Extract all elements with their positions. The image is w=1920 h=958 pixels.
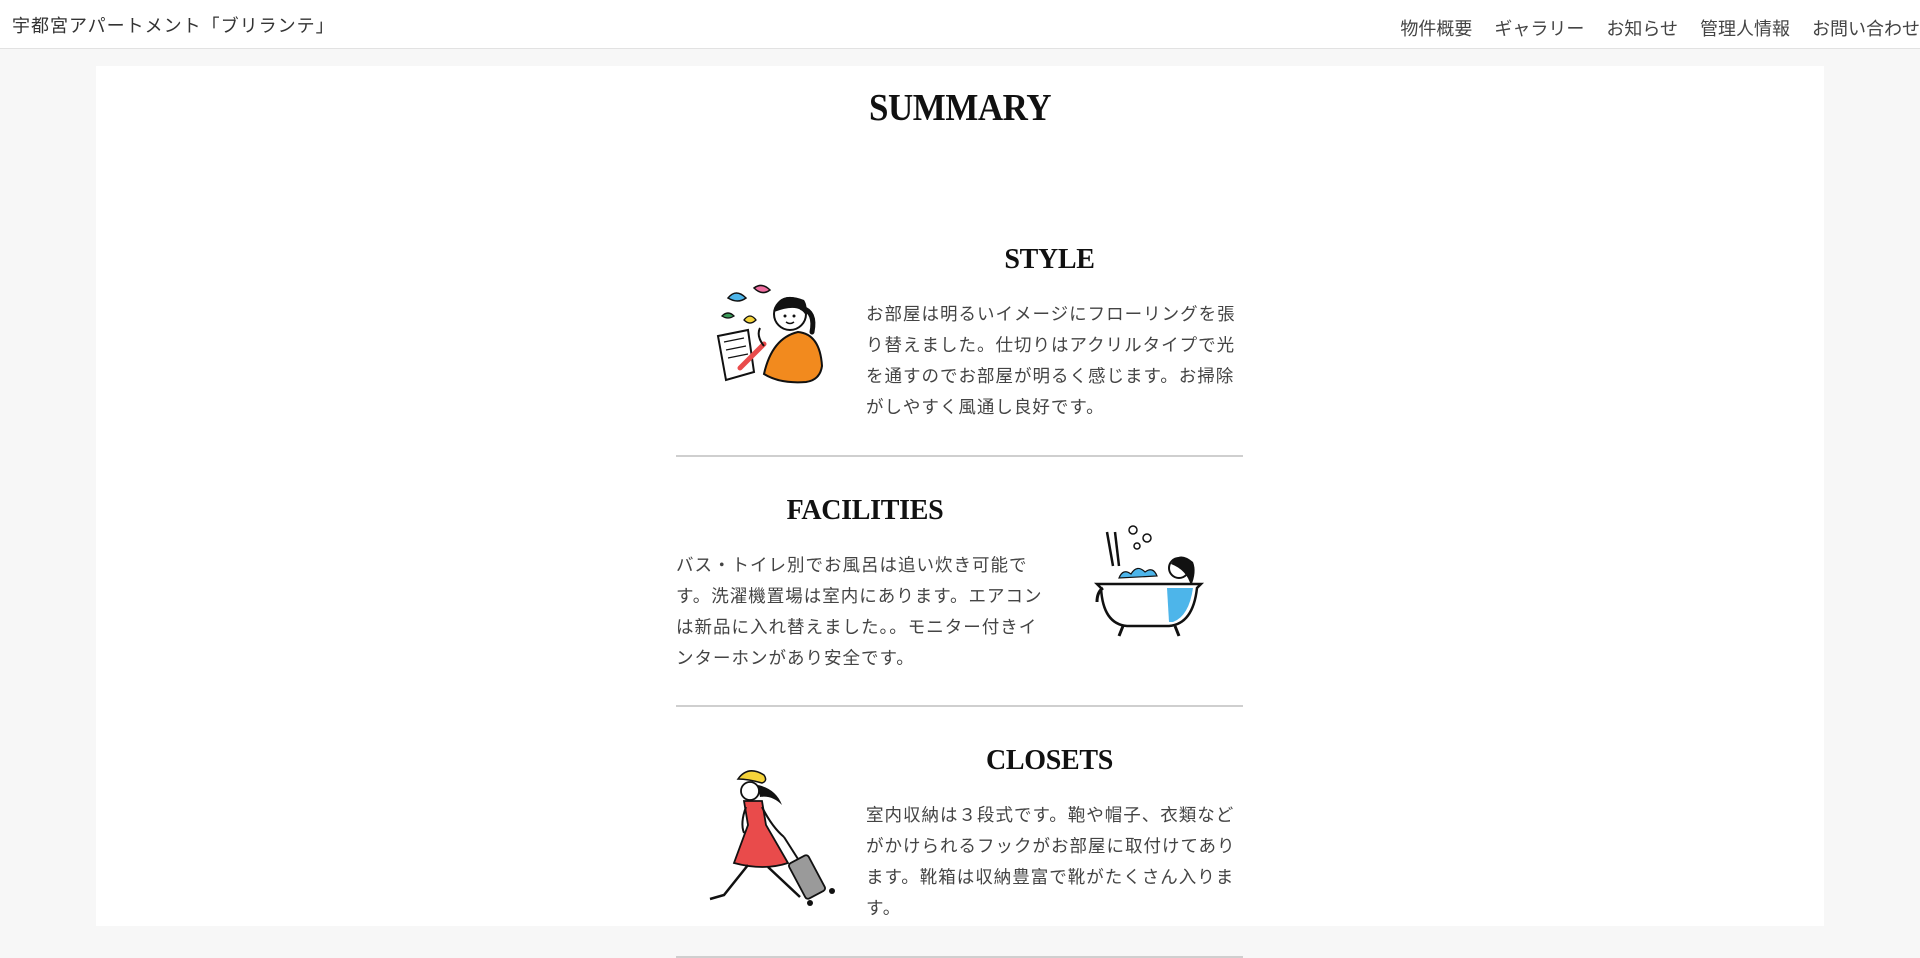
section-text: 室内収納は３段式です。鞄や帽子、衣類などがかけられるフックがお部屋に取付けてあり… [866, 806, 1236, 919]
section-closets: CLOSETS 室内収納は３段式です。鞄や帽子、衣類などがかけられるフックがお部… [676, 707, 1243, 958]
nav-item-gallery[interactable]: ギャラリー [1494, 15, 1584, 41]
site-title-link[interactable]: 宇都宮アパートメント「ブリランテ」 [12, 12, 335, 38]
section-style: STYLE お部屋は明るいイメージにフローリングを張り替えました。仕切りはアクリ… [676, 206, 1243, 457]
site-header: 宇都宮アパートメント「ブリランテ」 物件概要 ギャラリー お知らせ 管理人情報 … [0, 0, 1920, 49]
section-heading: FACILITIES [786, 495, 944, 526]
main-nav: 物件概要 ギャラリー お知らせ 管理人情報 お問い合わせ [1378, 15, 1920, 41]
nav-item-news[interactable]: お知らせ [1606, 15, 1678, 41]
main-content: SUMMARY STYLE お部屋は明るいイメージにフローリングを張り替えました… [96, 66, 1824, 958]
page-title: SUMMARY [869, 87, 1051, 129]
section-heading: CLOSETS [985, 745, 1114, 776]
nav-item-contact[interactable]: お問い合わせ [1812, 15, 1920, 41]
section-facilities: FACILITIES バス・トイレ別でお風呂は追い炊き可能です。洗濯機置場は室内… [676, 457, 1243, 707]
nav-item-summary[interactable]: 物件概要 [1400, 15, 1472, 41]
section-text: バス・トイレ別でお風呂は追い炊き可能です。洗濯機置場は室内にあります。エアコンは… [676, 556, 1043, 669]
woman-bathtub-icon [1093, 525, 1205, 637]
woman-drawing-icon [716, 284, 824, 384]
nav-item-manager[interactable]: 管理人情報 [1700, 15, 1790, 41]
section-text: お部屋は明るいイメージにフローリングを張り替えました。仕切りはアクリルタイプで光… [866, 305, 1236, 418]
woman-suitcase-icon [709, 770, 835, 906]
section-heading: STYLE [1004, 244, 1095, 275]
